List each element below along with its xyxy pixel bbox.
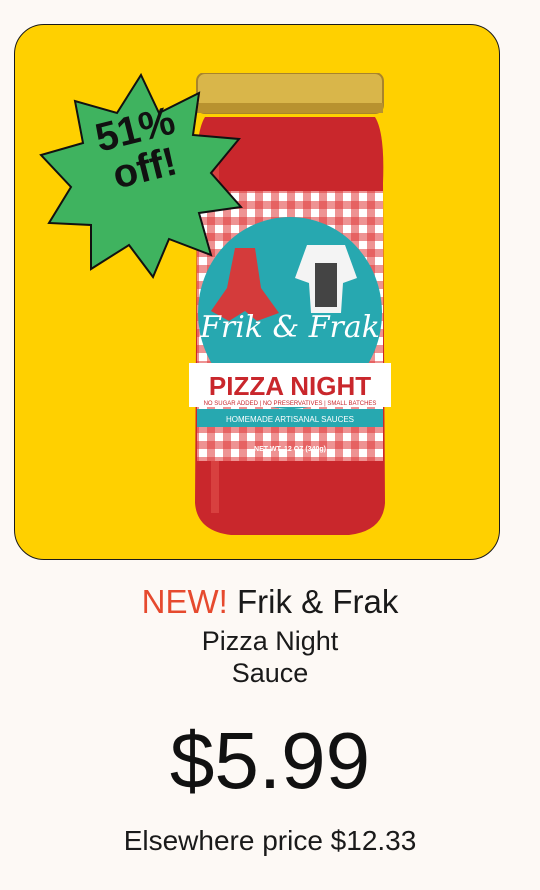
jar-brand-script: Frik & Frak bbox=[199, 310, 380, 345]
product-price: $5.99 bbox=[169, 716, 371, 805]
product-name-line1: Pizza Night bbox=[201, 626, 339, 656]
elsewhere-price: Elsewhere price $12.33 bbox=[0, 824, 540, 858]
product-name-line2: Sauce bbox=[231, 658, 309, 688]
jar-claims: NO SUGAR ADDED | NO PRESERVATIVES | SMAL… bbox=[204, 401, 377, 407]
product-brand: Frik & Frak bbox=[237, 583, 399, 620]
elsewhere-price-value: $12.33 bbox=[330, 825, 417, 856]
jar-net-weight: NET WT. 12 OZ (340g) bbox=[254, 446, 326, 453]
product-title[interactable]: NEW! Frik & Frak bbox=[0, 583, 540, 621]
new-label: NEW! bbox=[141, 583, 228, 620]
jar-tagline: HOMEMADE ARTISANAL SAUCES bbox=[226, 415, 354, 424]
elsewhere-price-label: Elsewhere price bbox=[123, 825, 323, 856]
jar-title: PIZZA NIGHT bbox=[209, 371, 371, 401]
product-card[interactable]: Frik & Frak PIZZA NIGHT NO SUGAR ADDED |… bbox=[14, 24, 500, 560]
